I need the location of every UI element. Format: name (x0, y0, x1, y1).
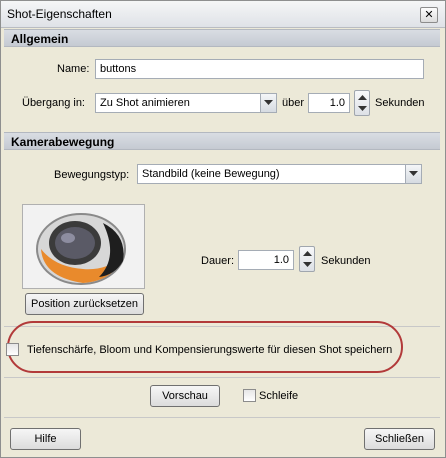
camera-duration-label: Dauer: (201, 255, 235, 267)
transition-select[interactable]: Zu Shot animieren (95, 93, 277, 113)
transition-seconds-label: Sekunden (375, 97, 425, 109)
arrow-down-icon (303, 262, 312, 267)
reset-position-button[interactable]: Position zurücksetzen (25, 293, 144, 315)
over-label: über (282, 97, 305, 109)
chevron-down-icon[interactable] (260, 94, 276, 112)
camera-duration-stepper[interactable] (299, 246, 315, 272)
title-bar: Shot-Eigenschaften ✕ (1, 1, 445, 28)
close-window-button[interactable]: ✕ (420, 7, 438, 23)
section-header-kamerabewegung: Kamerabewegung (4, 132, 440, 150)
name-input[interactable]: buttons (95, 59, 424, 79)
divider (4, 377, 440, 378)
camera-seconds-label: Sekunden (321, 255, 371, 267)
arrow-up-icon (358, 95, 367, 100)
shot-properties-dialog: Shot-Eigenschaften ✕ Allgemein Name: but… (0, 0, 446, 458)
arrow-up-icon (303, 251, 312, 256)
loop-label: Schleife (259, 390, 299, 402)
loop-checkbox[interactable] (243, 389, 256, 402)
movement-type-value: Standbild (keine Bewegung) (142, 168, 280, 180)
close-icon: ✕ (424, 9, 434, 21)
transition-duration-input[interactable]: 1.0 (308, 93, 350, 113)
transition-label: Übergang in: (22, 97, 85, 109)
camera-duration-input[interactable]: 1.0 (238, 250, 294, 270)
transition-select-value: Zu Shot animieren (100, 97, 190, 109)
movement-type-label: Bewegungstyp: (54, 169, 130, 181)
movement-type-select[interactable]: Standbild (keine Bewegung) (137, 164, 422, 184)
preview-button[interactable]: Vorschau (150, 385, 220, 407)
save-depth-bloom-label: Tiefenschärfe, Bloom und Kompensierungsw… (27, 344, 393, 356)
transition-duration-stepper[interactable] (354, 90, 370, 116)
section-header-allgemein: Allgemein (4, 29, 440, 47)
watch-product-image (23, 205, 144, 288)
camera-preview-thumbnail (22, 204, 145, 289)
name-label: Name: (57, 63, 90, 75)
close-button[interactable]: Schließen (364, 428, 435, 450)
arrow-down-icon (358, 106, 367, 111)
chevron-down-icon[interactable] (405, 165, 421, 183)
help-button[interactable]: Hilfe (10, 428, 81, 450)
window-title: Shot-Eigenschaften (7, 7, 112, 21)
save-depth-bloom-checkbox[interactable] (6, 343, 19, 356)
divider (4, 417, 440, 418)
